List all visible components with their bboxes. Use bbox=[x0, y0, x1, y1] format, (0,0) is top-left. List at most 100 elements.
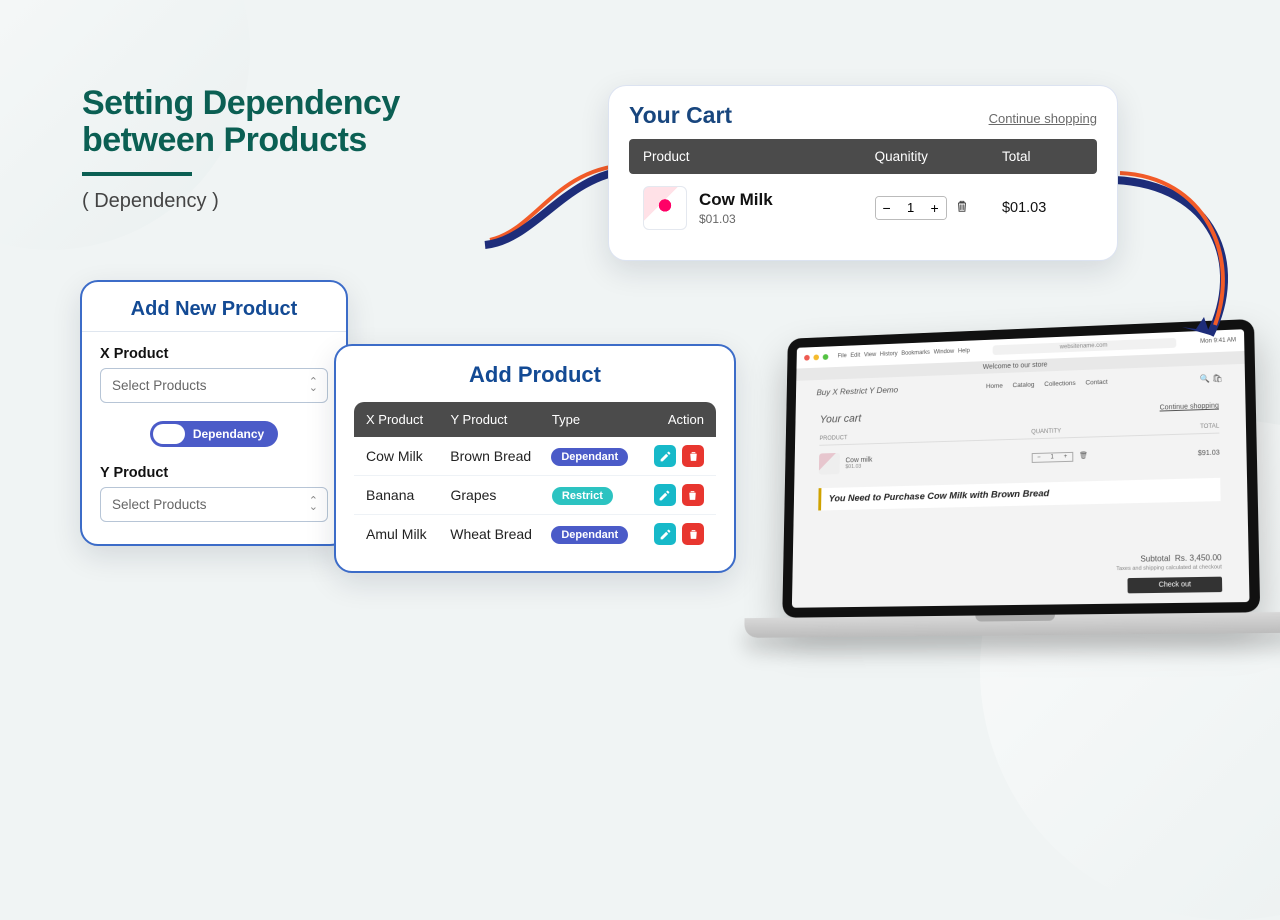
delete-button[interactable] bbox=[682, 484, 704, 506]
th-type: Type bbox=[552, 412, 628, 427]
y-product-select[interactable]: Select Products ⌃⌄ bbox=[100, 487, 328, 522]
mini-cart-row: Cow milk $01.03 −1+ 🗑 $91.03 bbox=[819, 442, 1220, 475]
product-thumbnail bbox=[643, 186, 687, 230]
x-product-placeholder: Select Products bbox=[112, 378, 207, 393]
th-y: Y Product bbox=[451, 412, 552, 427]
subtotal-value: Rs. 3,450.00 bbox=[1175, 553, 1222, 563]
cell-y: Brown Bread bbox=[450, 448, 551, 464]
mth-product: PRODUCT bbox=[819, 430, 1031, 442]
mini-thumbnail bbox=[819, 453, 840, 475]
laptop-mockup: FileEditViewHistoryBookmarksWindowHelp w… bbox=[781, 319, 1261, 667]
divider bbox=[82, 331, 346, 332]
trash-icon bbox=[955, 199, 969, 213]
edit-button[interactable] bbox=[654, 484, 676, 506]
mth-total: TOTAL bbox=[1141, 424, 1219, 432]
th-product: Product bbox=[643, 149, 875, 164]
store-menu: Home Catalog Collections Contact bbox=[986, 378, 1108, 389]
y-product-label: Y Product bbox=[100, 465, 328, 481]
cart-item-price: $01.03 bbox=[699, 212, 773, 226]
x-product-label: X Product bbox=[100, 346, 328, 362]
page-title: Setting Dependency between Products bbox=[82, 85, 400, 160]
mth-quantity: QUANTITY bbox=[1031, 426, 1141, 435]
browser-menu-item[interactable]: Window bbox=[934, 349, 954, 356]
window-close-icon bbox=[804, 355, 810, 361]
mini-item-price: $01.03 bbox=[845, 463, 872, 470]
cart-summary: Subtotal Rs. 3,450.00 Taxes and shipping… bbox=[817, 553, 1223, 598]
store-menu-item[interactable]: Catalog bbox=[1013, 381, 1035, 389]
page-title-l1: Setting Dependency bbox=[82, 84, 400, 122]
arrow-to-laptop bbox=[1095, 165, 1265, 360]
table-header: X Product Y Product Type Action bbox=[354, 402, 716, 437]
cart-card: Your Cart Continue shopping Product Quan… bbox=[608, 85, 1118, 261]
type-pill: Restrict bbox=[552, 487, 613, 505]
table-row: Cow MilkBrown BreadDependant bbox=[354, 437, 716, 475]
dependency-toggle[interactable]: Dependancy bbox=[150, 421, 278, 447]
browser-menu-item[interactable]: Bookmarks bbox=[901, 350, 930, 357]
browser-menu-item[interactable]: Help bbox=[958, 348, 970, 354]
y-product-placeholder: Select Products bbox=[112, 497, 207, 512]
cell-x: Cow Milk bbox=[366, 448, 450, 464]
mini-trash-icon[interactable]: 🗑 bbox=[1079, 452, 1088, 459]
toggle-knob bbox=[153, 424, 185, 444]
window-max-icon bbox=[823, 354, 829, 360]
add-product-title: Add Product bbox=[354, 362, 716, 388]
store-menu-item[interactable]: Collections bbox=[1044, 380, 1075, 388]
continue-shopping-link[interactable]: Continue shopping bbox=[989, 111, 1097, 126]
table-body: Cow MilkBrown BreadDependantBananaGrapes… bbox=[354, 437, 716, 553]
cart-row: Cow Milk $01.03 − 1 + $01.03 bbox=[629, 174, 1097, 242]
th-x: X Product bbox=[366, 412, 451, 427]
window-min-icon bbox=[813, 354, 819, 360]
browser-menu-item[interactable]: History bbox=[880, 351, 898, 357]
type-pill: Dependant bbox=[551, 448, 628, 466]
store-brand: Buy X Restrict Y Demo bbox=[816, 385, 898, 398]
mini-item-name: Cow milk bbox=[845, 456, 872, 464]
quantity-stepper[interactable]: − 1 + bbox=[875, 196, 947, 220]
select-chevron-icon: ⌃⌄ bbox=[309, 499, 316, 510]
qty-minus-button[interactable]: − bbox=[876, 197, 898, 219]
delete-button[interactable] bbox=[682, 445, 704, 467]
cart-header: Product Quanitity Total bbox=[629, 139, 1097, 174]
add-product-card: Add Product X Product Y Product Type Act… bbox=[334, 344, 736, 573]
cart-item-total: $01.03 bbox=[1002, 200, 1083, 216]
edit-button[interactable] bbox=[654, 445, 676, 467]
remove-item-button[interactable] bbox=[955, 199, 969, 218]
hero-heading: Setting Dependency between Products ( De… bbox=[82, 85, 400, 213]
page-title-l2: between Products bbox=[82, 121, 367, 159]
mini-stepper[interactable]: −1+ bbox=[1031, 452, 1073, 463]
cell-x: Amul Milk bbox=[366, 526, 450, 542]
cell-y: Wheat Bread bbox=[450, 526, 551, 542]
toggle-label: Dependancy bbox=[193, 427, 264, 441]
table-row: BananaGrapesRestrict bbox=[354, 475, 716, 514]
dependency-alert: You Need to Purchase Cow Milk with Brown… bbox=[818, 478, 1220, 511]
cart-title: Your Cart bbox=[629, 102, 732, 129]
store-menu-item[interactable]: Home bbox=[986, 382, 1003, 389]
x-product-select[interactable]: Select Products ⌃⌄ bbox=[100, 368, 328, 403]
laptop-screen: FileEditViewHistoryBookmarksWindowHelp w… bbox=[782, 319, 1260, 618]
cart-item-name: Cow Milk bbox=[699, 190, 773, 210]
select-chevron-icon: ⌃⌄ bbox=[309, 380, 316, 391]
add-new-product-card: Add New Product X Product Select Product… bbox=[80, 280, 348, 546]
cell-x: Banana bbox=[366, 487, 451, 503]
browser-menu-item[interactable]: File bbox=[838, 353, 847, 359]
delete-button[interactable] bbox=[682, 523, 704, 545]
store-menu-item[interactable]: Contact bbox=[1085, 378, 1107, 386]
edit-button[interactable] bbox=[654, 523, 676, 545]
table-row: Amul MilkWheat BreadDependant bbox=[354, 514, 716, 553]
subtotal-label: Subtotal bbox=[1140, 554, 1170, 564]
mini-qty: 1 bbox=[1046, 453, 1059, 461]
th-total: Total bbox=[1002, 149, 1083, 164]
qty-plus-button[interactable]: + bbox=[924, 197, 946, 219]
page-subtitle: ( Dependency ) bbox=[82, 190, 400, 213]
header-icons: 🔍 🛍 bbox=[1200, 373, 1223, 383]
browser-menu-item[interactable]: View bbox=[864, 352, 876, 358]
th-action: Action bbox=[628, 412, 704, 427]
add-new-product-title: Add New Product bbox=[100, 298, 328, 321]
mini-item-total: $91.03 bbox=[1141, 449, 1220, 458]
qty-value: 1 bbox=[898, 197, 924, 219]
heading-underline bbox=[82, 172, 192, 176]
cell-y: Grapes bbox=[451, 487, 552, 503]
type-pill: Dependant bbox=[551, 526, 628, 544]
browser-menu: FileEdit View HistoryBookmarks Window Help bbox=[838, 348, 970, 359]
browser-menu-item[interactable]: Edit bbox=[850, 353, 860, 359]
checkout-button[interactable]: Check out bbox=[1128, 577, 1222, 594]
